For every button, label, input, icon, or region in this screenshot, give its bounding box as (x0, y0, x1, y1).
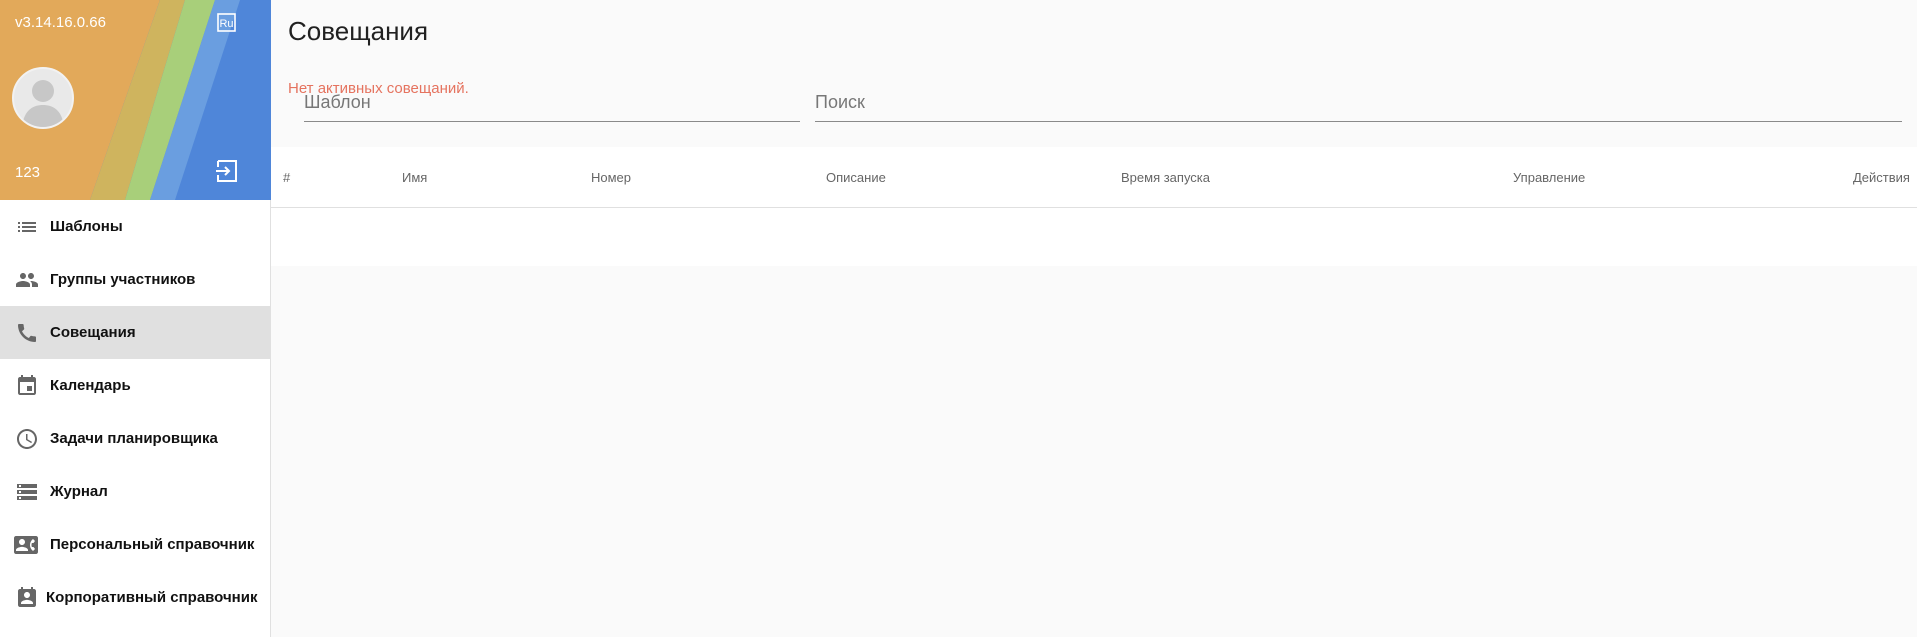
sidebar-item-label: Корпоративный справочник (46, 589, 258, 606)
sidebar-item-corporate-directory[interactable]: Корпоративный справочник (0, 571, 270, 624)
app-version: v3.14.16.0.66 (15, 14, 106, 31)
sidebar-item-label: Календарь (50, 377, 131, 394)
avatar[interactable] (12, 67, 74, 129)
sidebar-item-personal-directory[interactable]: Персональный справочник (0, 518, 270, 571)
logout-icon (216, 160, 237, 182)
column-header-control[interactable]: Управление (1513, 170, 1585, 185)
sidebar-item-participant-groups[interactable]: Группы участников (0, 253, 270, 306)
phone-icon (14, 320, 40, 346)
sidebar-nav: Шаблоны Группы участников Совещания Кале… (0, 200, 270, 624)
column-header-phone[interactable]: Номер (591, 170, 631, 185)
sidebar-item-label: Шаблоны (50, 218, 123, 235)
user-silhouette-icon (22, 80, 64, 127)
sidebar-item-templates[interactable]: Шаблоны (0, 200, 270, 253)
sidebar-item-label: Совещания (50, 324, 136, 341)
column-header-start-time[interactable]: Время запуска (1121, 170, 1210, 185)
storage-icon (14, 479, 40, 505)
page-title: Совещания (288, 16, 429, 46)
user-name: 123 (15, 164, 41, 181)
column-header-actions[interactable]: Действия (1853, 170, 1910, 185)
search-input[interactable] (815, 84, 1902, 120)
logout-button[interactable] (214, 158, 240, 184)
sidebar-item-journal[interactable]: Журнал (0, 465, 270, 518)
app-root: v3.14.16.0.66 Ru 123 Шаблоны Группы учас… (0, 0, 1917, 637)
contact-card-icon (14, 532, 40, 558)
language-icon: Ru (217, 13, 236, 32)
calendar-icon (14, 373, 40, 399)
main-content: Совещания # Имя Номер Описание Время зап… (271, 0, 1917, 637)
sidebar-item-label: Персональный справочник (50, 536, 255, 553)
people-icon (14, 267, 40, 293)
column-header-description[interactable]: Описание (826, 170, 886, 185)
column-header-number[interactable]: # (283, 170, 290, 185)
clock-icon (14, 426, 40, 452)
search-field (815, 84, 1902, 122)
sidebar-item-scheduler-tasks[interactable]: Задачи планировщика (0, 412, 270, 465)
sidebar-item-calendar[interactable]: Календарь (0, 359, 270, 412)
column-header-name[interactable]: Имя (402, 170, 427, 185)
sidebar: v3.14.16.0.66 Ru 123 Шаблоны Группы учас… (0, 0, 271, 637)
sidebar-item-label: Журнал (50, 483, 108, 500)
table-body (271, 208, 1917, 266)
contact-badge-icon (14, 585, 40, 611)
language-badge: Ru (219, 18, 233, 30)
sidebar-item-meetings[interactable]: Совещания (0, 306, 270, 359)
language-button[interactable]: Ru (215, 12, 239, 34)
empty-state-message: Нет активных совещаний. (288, 80, 469, 97)
sidebar-item-label: Группы участников (50, 271, 196, 288)
sidebar-item-label: Задачи планировщика (50, 430, 218, 447)
profile-header: v3.14.16.0.66 Ru 123 (0, 0, 271, 200)
meetings-table: # Имя Номер Описание Время запуска Управ… (271, 147, 1917, 266)
list-icon (14, 214, 40, 240)
table-header: # Имя Номер Описание Время запуска Управ… (271, 147, 1917, 208)
